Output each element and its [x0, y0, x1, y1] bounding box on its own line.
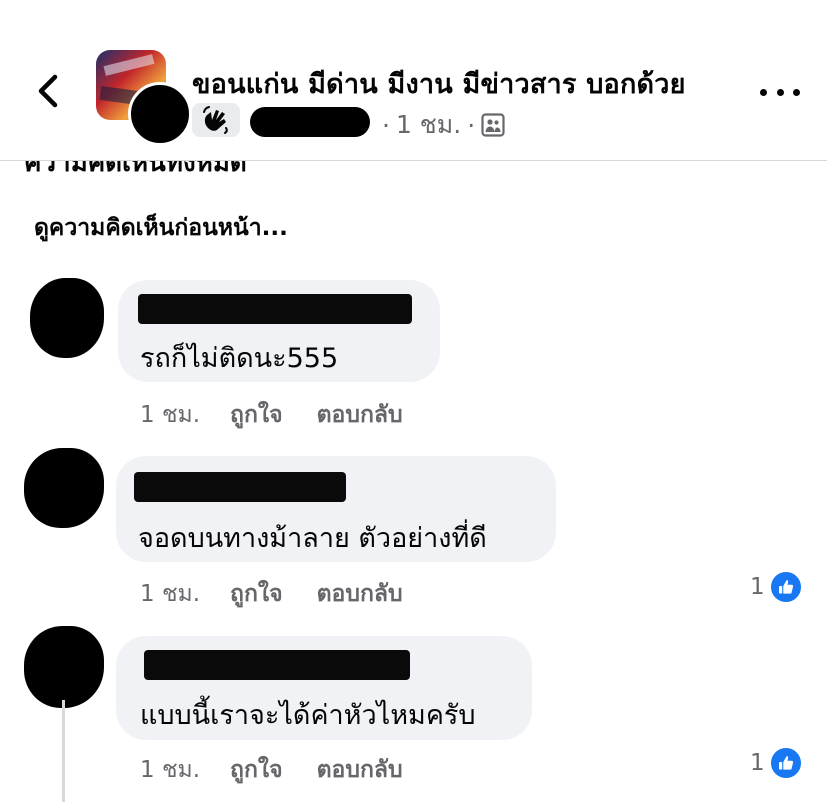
reply-button[interactable]: ตอบกลับ: [317, 397, 403, 433]
post-meta: · 1 ชม. ·: [376, 105, 505, 145]
commenter-avatar[interactable]: [30, 278, 104, 358]
author-avatar[interactable]: [128, 82, 192, 146]
thumbs-up-icon: [768, 746, 803, 780]
comment-time[interactable]: 1 ชม.: [140, 576, 200, 612]
reaction-summary[interactable]: 1: [750, 746, 803, 780]
reaction-count: 1: [750, 750, 765, 776]
comment-actions: 1 ชม. ถูกใจ ตอบกลับ: [140, 752, 437, 788]
meta-separator: ·: [382, 110, 390, 140]
like-button[interactable]: ถูกใจ: [230, 576, 283, 612]
group-name[interactable]: ขอนแก่น มีด่าน มีงาน มีข่าวสาร บอกด้วย: [192, 62, 686, 105]
reply-button[interactable]: ตอบกลับ: [317, 576, 403, 612]
reply-button[interactable]: ตอบกลับ: [317, 752, 403, 788]
post-time[interactable]: 1 ชม.: [396, 105, 461, 145]
comment-time[interactable]: 1 ชม.: [140, 752, 200, 788]
comment-text: จอดบนทางม้าลาย ตัวอย่างที่ดี: [138, 523, 487, 554]
commenter-name-redacted[interactable]: [144, 650, 410, 680]
commenter-avatar[interactable]: [24, 626, 104, 708]
meta-separator: ·: [467, 110, 476, 140]
commenter-avatar[interactable]: [24, 448, 104, 528]
comment-actions: 1 ชม. ถูกใจ ตอบกลับ: [140, 576, 437, 612]
comment-actions: 1 ชม. ถูกใจ ตอบกลับ: [140, 397, 437, 433]
thumbs-up-icon: [768, 570, 803, 604]
waving-hand-icon: [203, 106, 228, 134]
back-button[interactable]: [28, 68, 68, 114]
reply-thread-line: [62, 700, 65, 802]
commenter-name-redacted[interactable]: [134, 472, 346, 502]
comment-text: รถก็ไม่ติดนะ555: [140, 343, 339, 374]
member-badge[interactable]: [192, 103, 240, 137]
reaction-count: 1: [750, 574, 765, 600]
view-previous-comments-link[interactable]: ดูความคิดเห็นก่อนหน้า...: [34, 210, 288, 246]
comment-time[interactable]: 1 ชม.: [140, 397, 200, 433]
comment-text: แบบนี้เราจะได้ค่าหัวไหมครับ: [140, 700, 476, 731]
post-header: ขอนแก่น มีด่าน มีงาน มีข่าวสาร บอกด้วย ·…: [0, 0, 827, 161]
like-button[interactable]: ถูกใจ: [230, 752, 283, 788]
author-name-redacted: [250, 107, 370, 137]
like-button[interactable]: ถูกใจ: [230, 397, 283, 433]
more-options-button[interactable]: [760, 80, 800, 104]
commenter-name-redacted[interactable]: [138, 294, 412, 324]
reaction-summary[interactable]: 1: [750, 570, 803, 604]
group-audience-icon: [481, 113, 505, 137]
more-horizontal-icon: [760, 88, 767, 96]
chevron-left-icon: [38, 74, 58, 108]
